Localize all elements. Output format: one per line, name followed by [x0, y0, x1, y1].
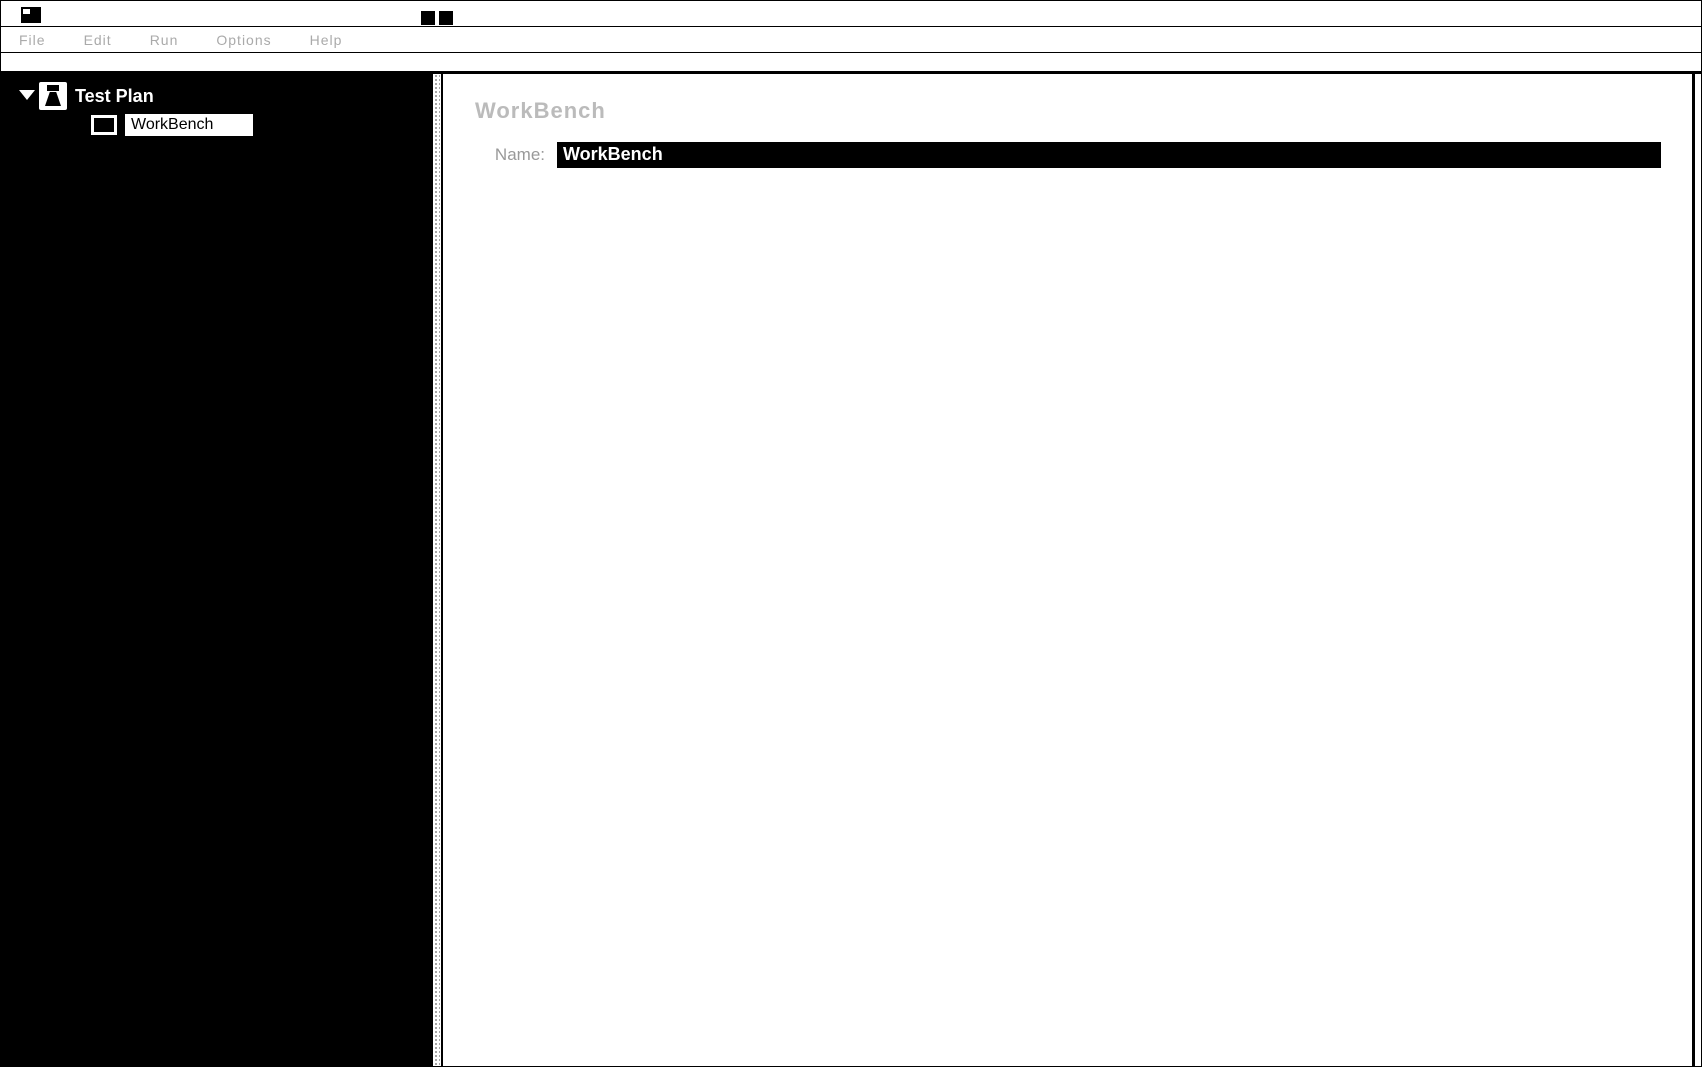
menu-edit[interactable]: Edit — [84, 32, 112, 48]
workbench-icon — [91, 115, 117, 135]
titlebar-glyph-icon — [439, 11, 453, 25]
tree-panel: Test Plan WorkBench — [1, 74, 433, 1066]
menu-file[interactable]: File — [19, 32, 46, 48]
main-area: Test Plan WorkBench WorkBench Name: — [1, 73, 1701, 1066]
scrollbar-track[interactable] — [1692, 74, 1695, 1066]
menu-bar: File Edit Run Options Help — [1, 27, 1701, 53]
chevron-down-icon[interactable] — [19, 90, 31, 102]
name-row: Name: — [475, 142, 1661, 168]
panel-heading: WorkBench — [475, 98, 1661, 124]
menu-help[interactable]: Help — [310, 32, 343, 48]
toolbar — [1, 53, 1701, 73]
menu-run[interactable]: Run — [150, 32, 179, 48]
titlebar-glyph-icon — [421, 11, 435, 25]
name-input[interactable] — [557, 142, 1661, 168]
splitter-grip-icon — [434, 74, 440, 1066]
tree-node-workbench[interactable]: WorkBench — [1, 114, 431, 140]
tree-node-label: WorkBench — [125, 114, 253, 136]
title-bar — [1, 1, 1701, 27]
content-panel: WorkBench Name: — [441, 74, 1701, 1066]
vertical-splitter[interactable] — [433, 74, 441, 1066]
menu-options[interactable]: Options — [216, 32, 271, 48]
app-logo-icon — [21, 7, 41, 23]
flask-icon — [39, 82, 67, 110]
name-label: Name: — [475, 145, 545, 165]
tree-node-label: Test Plan — [75, 86, 154, 107]
tree-node-test-plan[interactable]: Test Plan — [1, 74, 431, 114]
